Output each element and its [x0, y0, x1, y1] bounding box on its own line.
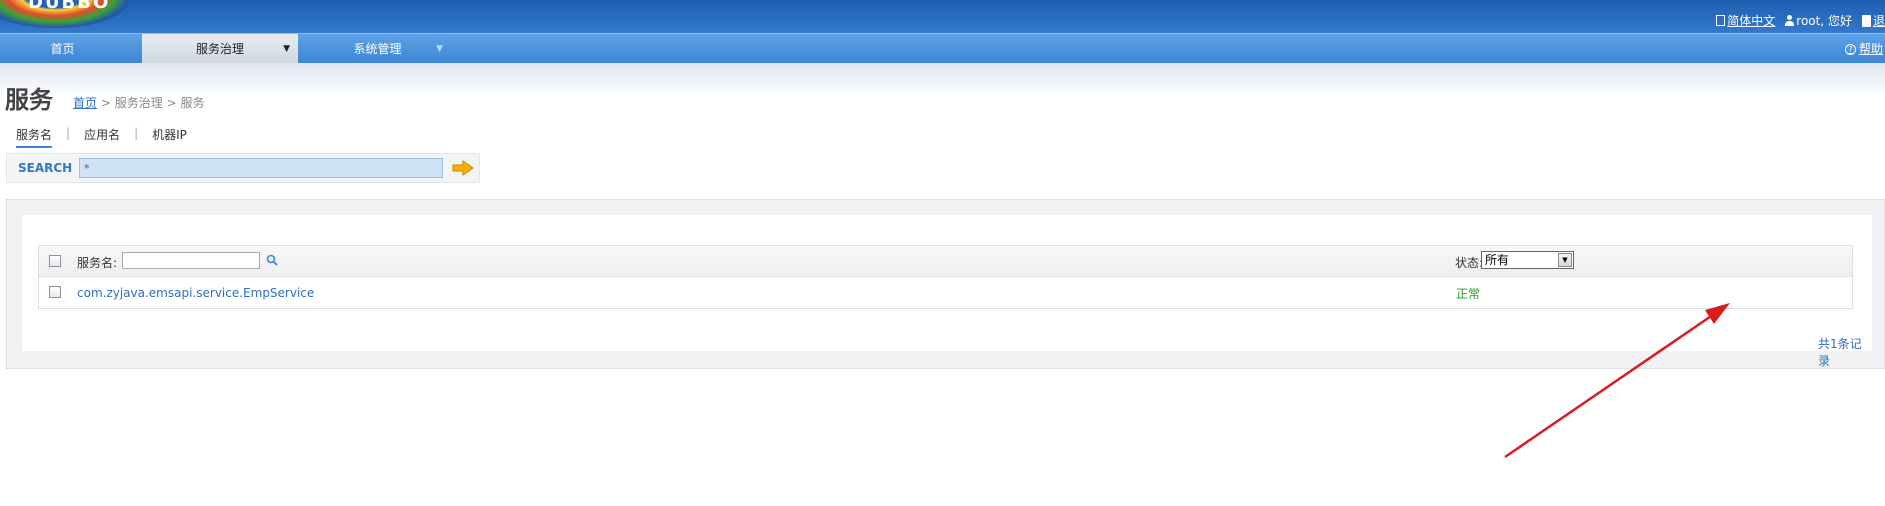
dropdown-arrow-icon[interactable]: ▼ [436, 34, 443, 64]
help-link[interactable]: ? 帮助 [1844, 34, 1883, 64]
search-go-arrow-icon[interactable] [452, 160, 474, 176]
status-select-value: 所有 [1485, 253, 1510, 267]
breadcrumb-home[interactable]: 首页 [73, 96, 97, 110]
nav-service-governance-label[interactable]: 服务治理 [196, 42, 244, 56]
logo-text: DUBBO [28, 0, 111, 13]
language-label[interactable]: 简体中文 [1727, 12, 1775, 29]
nav-system-admin[interactable]: 系统管理 ▼ [300, 34, 455, 64]
search-icon[interactable] [266, 254, 278, 266]
main-nav: 首页 服务治理 ▼ 系统管理 ▼ ? 帮助 [0, 33, 1885, 64]
status-select[interactable]: 所有 ▼ [1481, 251, 1574, 269]
dropdown-arrow-icon[interactable]: ▼ [283, 34, 290, 64]
breadcrumb-level2: 服务 [180, 96, 205, 110]
row-checkbox[interactable] [49, 286, 61, 298]
breadcrumb-sep: > [166, 96, 177, 110]
nav-home[interactable]: 首页 [0, 34, 125, 64]
name-filter-label: 服务名: [77, 256, 118, 270]
content-inner: 服务名: 状态: 所有 ▼ com.zyjava.emsapi.service.… [22, 215, 1872, 368]
nav-service-governance[interactable]: 服务治理 ▼ [142, 34, 298, 64]
tab-app-name[interactable]: 应用名 [78, 126, 126, 143]
tab-divider: | [134, 126, 139, 140]
nav-system-admin-label[interactable]: 系统管理 [353, 42, 401, 56]
table-header: 服务名: 状态: 所有 ▼ [39, 246, 1852, 277]
service-link[interactable]: com.zyjava.emsapi.service.EmpService [77, 286, 314, 300]
service-table: 服务名: 状态: 所有 ▼ com.zyjava.emsapi.service.… [38, 245, 1853, 309]
breadcrumb-sep: > [100, 96, 111, 110]
user-greeting: root, 您好 [1785, 12, 1852, 29]
status-badge: 正常 [1456, 287, 1481, 301]
search-label: SEARCH [18, 161, 73, 175]
top-header: DUBBO 简体中文 root, 您好 退 [0, 0, 1885, 33]
tab-machine-ip[interactable]: 机器IP [146, 126, 193, 143]
user-greeting-text: root, 您好 [1796, 14, 1852, 28]
logout-link[interactable]: 退 [1861, 12, 1885, 29]
status-filter-label: 状态: [1455, 256, 1484, 270]
search-input[interactable] [79, 158, 443, 178]
nav-shadow [0, 63, 1885, 98]
help-label[interactable]: 帮助 [1859, 34, 1883, 64]
search-tabs: 服务名 | 应用名 | 机器IP [10, 126, 193, 148]
breadcrumb-level1: 服务治理 [114, 96, 163, 110]
page-title: 服务 [5, 86, 53, 114]
logout-label[interactable]: 退 [1873, 12, 1885, 29]
breadcrumb: 首页 > 服务治理 > 服务 [73, 94, 204, 111]
tab-divider: | [66, 126, 71, 140]
select-all-checkbox[interactable] [49, 255, 61, 267]
header-user-links: 简体中文 root, 您好 退 [1716, 12, 1885, 29]
content-panel: 服务名: 状态: 所有 ▼ com.zyjava.emsapi.service.… [6, 199, 1885, 369]
search-bar: SEARCH [6, 153, 480, 183]
language-link[interactable]: 简体中文 [1716, 12, 1775, 29]
logout-icon [1861, 14, 1871, 27]
record-count: 共1条记录 [1818, 337, 1862, 368]
user-icon [1785, 15, 1795, 26]
document-icon [1716, 15, 1726, 26]
help-icon: ? [1844, 43, 1856, 55]
chevron-down-icon[interactable]: ▼ [1558, 253, 1572, 267]
tab-service-name[interactable]: 服务名 [10, 126, 58, 148]
service-name-filter-input[interactable] [122, 252, 260, 269]
